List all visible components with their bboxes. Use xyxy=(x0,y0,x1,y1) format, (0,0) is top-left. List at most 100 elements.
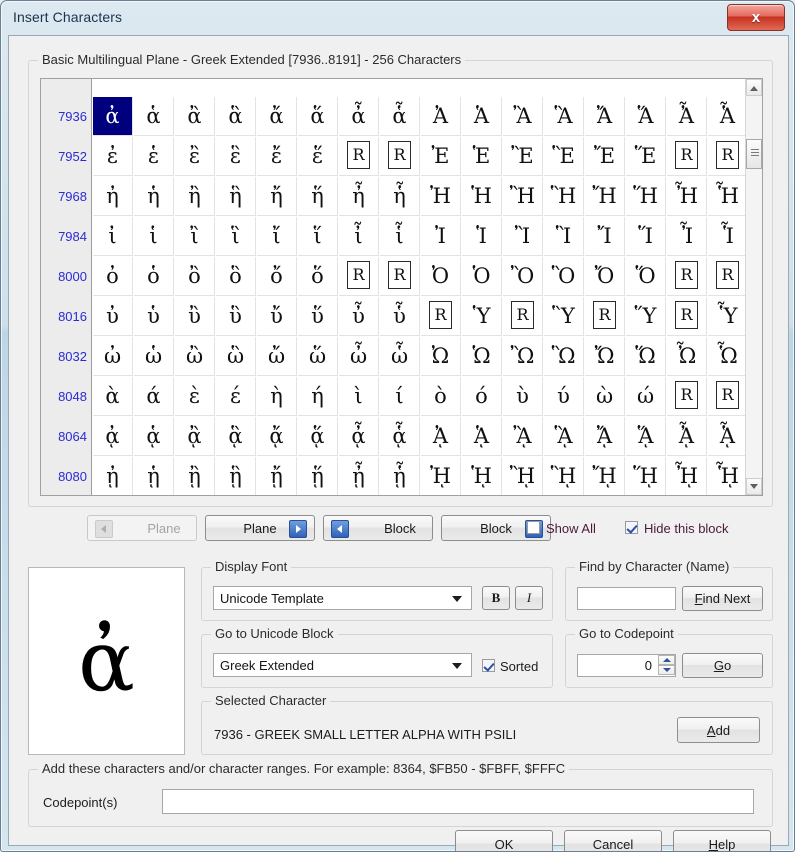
goto-unicode-block-combo[interactable]: Greek Extended xyxy=(213,653,472,677)
character-cell[interactable]: R xyxy=(667,377,707,416)
character-cell[interactable]: Ἕ xyxy=(626,137,666,176)
character-cell[interactable]: ὶ xyxy=(339,377,379,416)
character-cell[interactable]: Ἆ xyxy=(667,97,707,136)
character-cell[interactable]: ᾁ xyxy=(134,417,174,456)
character-cell[interactable]: Ὦ xyxy=(667,337,707,376)
character-cell[interactable]: Ἤ xyxy=(585,177,625,216)
character-cell[interactable]: ὦ xyxy=(339,337,379,376)
character-cell[interactable]: Ἰ xyxy=(421,217,461,256)
sorted-checkbox[interactable] xyxy=(482,659,495,672)
grid-cells[interactable]: ἀἁἂἃἄἅἆἇἈἉἊἋἌἍἎἏἐἑἒἓἔἕRRἘἙἚἛἜἝRRἠἡἢἣἤἥἦἧ… xyxy=(93,79,747,495)
character-cell[interactable]: ὣ xyxy=(216,337,256,376)
character-cell[interactable]: ᾘ xyxy=(421,457,461,495)
character-cell[interactable]: Ὧ xyxy=(708,337,747,376)
character-cell[interactable]: Ὀ xyxy=(421,257,461,296)
character-cell[interactable]: ί xyxy=(380,377,420,416)
character-cell[interactable]: ὧ xyxy=(380,337,420,376)
show-all-checkbox[interactable] xyxy=(527,521,540,534)
grid-vertical-scrollbar[interactable] xyxy=(745,79,762,495)
character-cell[interactable]: ᾓ xyxy=(216,457,256,495)
character-cell[interactable]: ἇ xyxy=(380,97,420,136)
character-cell[interactable]: R xyxy=(667,257,707,296)
character-cell[interactable]: ὂ xyxy=(175,257,215,296)
character-cell[interactable]: Ἑ xyxy=(462,137,502,176)
character-cell[interactable]: Ὗ xyxy=(708,297,747,336)
character-cell[interactable]: ᾃ xyxy=(216,417,256,456)
spinner-down-icon[interactable] xyxy=(658,665,675,675)
character-cell[interactable]: ή xyxy=(298,377,338,416)
italic-button[interactable]: I xyxy=(515,586,543,610)
character-cell[interactable]: ἧ xyxy=(380,177,420,216)
character-cell[interactable]: Ἣ xyxy=(544,177,584,216)
character-cell[interactable]: Ἴ xyxy=(585,217,625,256)
character-cell[interactable]: R xyxy=(708,257,747,296)
character-cell[interactable]: Ὓ xyxy=(544,297,584,336)
character-cell[interactable]: ὀ xyxy=(93,257,133,296)
character-cell[interactable]: ὸ xyxy=(421,377,461,416)
find-next-button[interactable]: Find Next xyxy=(682,586,763,611)
character-cell[interactable]: Ὢ xyxy=(503,337,543,376)
character-cell[interactable]: Ἇ xyxy=(708,97,747,136)
character-cell[interactable]: ὡ xyxy=(134,337,174,376)
character-cell[interactable]: Ἵ xyxy=(626,217,666,256)
character-cell[interactable]: ὖ xyxy=(339,297,379,336)
find-by-character-input[interactable] xyxy=(577,587,676,610)
character-cell[interactable]: ᾕ xyxy=(298,457,338,495)
character-cell[interactable]: ᾟ xyxy=(708,457,747,495)
character-cell[interactable]: ἐ xyxy=(93,137,133,176)
character-cell[interactable]: Ὃ xyxy=(544,257,584,296)
character-cell[interactable]: R xyxy=(503,297,543,336)
character-cell[interactable]: ᾄ xyxy=(257,417,297,456)
character-cell[interactable]: ᾎ xyxy=(667,417,707,456)
character-cell[interactable]: ἰ xyxy=(93,217,133,256)
character-cell[interactable]: Ἂ xyxy=(503,97,543,136)
character-cell[interactable]: Ἢ xyxy=(503,177,543,216)
character-cell[interactable]: ᾅ xyxy=(298,417,338,456)
character-cell[interactable]: ἥ xyxy=(298,177,338,216)
character-cell[interactable]: ἵ xyxy=(298,217,338,256)
character-cell[interactable]: ἅ xyxy=(298,97,338,136)
character-cell[interactable]: ᾇ xyxy=(380,417,420,456)
character-cell[interactable]: ἄ xyxy=(257,97,297,136)
character-cell[interactable]: ᾗ xyxy=(380,457,420,495)
character-cell[interactable]: ὁ xyxy=(134,257,174,296)
character-cell[interactable]: ᾙ xyxy=(462,457,502,495)
character-cell[interactable]: Ὡ xyxy=(462,337,502,376)
character-cell[interactable]: ὗ xyxy=(380,297,420,336)
character-cell[interactable]: ἢ xyxy=(175,177,215,216)
character-cell[interactable]: ὔ xyxy=(257,297,297,336)
character-cell[interactable]: Ἠ xyxy=(421,177,461,216)
character-cell[interactable]: Ὂ xyxy=(503,257,543,296)
character-cell[interactable]: Ὕ xyxy=(626,297,666,336)
character-cell[interactable]: ἂ xyxy=(175,97,215,136)
character-cell[interactable]: ᾜ xyxy=(585,457,625,495)
character-cell[interactable]: Ἲ xyxy=(503,217,543,256)
character-cell[interactable]: Ἥ xyxy=(626,177,666,216)
character-cell[interactable]: R xyxy=(667,137,707,176)
character-cell[interactable]: ὥ xyxy=(298,337,338,376)
character-cell[interactable]: ᾈ xyxy=(421,417,461,456)
character-cell[interactable]: Ὠ xyxy=(421,337,461,376)
character-cell[interactable]: ὑ xyxy=(134,297,174,336)
character-cell[interactable]: Ὁ xyxy=(462,257,502,296)
character-cell[interactable]: ἠ xyxy=(93,177,133,216)
character-cell[interactable]: Ὤ xyxy=(585,337,625,376)
character-cell[interactable]: ἤ xyxy=(257,177,297,216)
character-cell[interactable]: ἀ xyxy=(93,97,133,136)
character-cell[interactable]: R xyxy=(339,137,379,176)
character-cell[interactable]: ώ xyxy=(626,377,666,416)
character-cell[interactable]: ᾊ xyxy=(503,417,543,456)
character-cell[interactable]: ἱ xyxy=(134,217,174,256)
character-cell[interactable]: Ἦ xyxy=(667,177,707,216)
character-cell[interactable]: ὓ xyxy=(216,297,256,336)
character-cell[interactable]: ά xyxy=(134,377,174,416)
character-cell[interactable]: ὰ xyxy=(93,377,133,416)
character-cell[interactable]: R xyxy=(708,137,747,176)
character-cell[interactable]: ἓ xyxy=(216,137,256,176)
character-cell[interactable]: ᾚ xyxy=(503,457,543,495)
character-cell[interactable]: έ xyxy=(216,377,256,416)
display-font-combo[interactable]: Unicode Template xyxy=(213,586,472,610)
character-cell[interactable]: ύ xyxy=(544,377,584,416)
previous-block-button[interactable]: Block xyxy=(323,515,433,541)
character-cell[interactable]: Ὅ xyxy=(626,257,666,296)
